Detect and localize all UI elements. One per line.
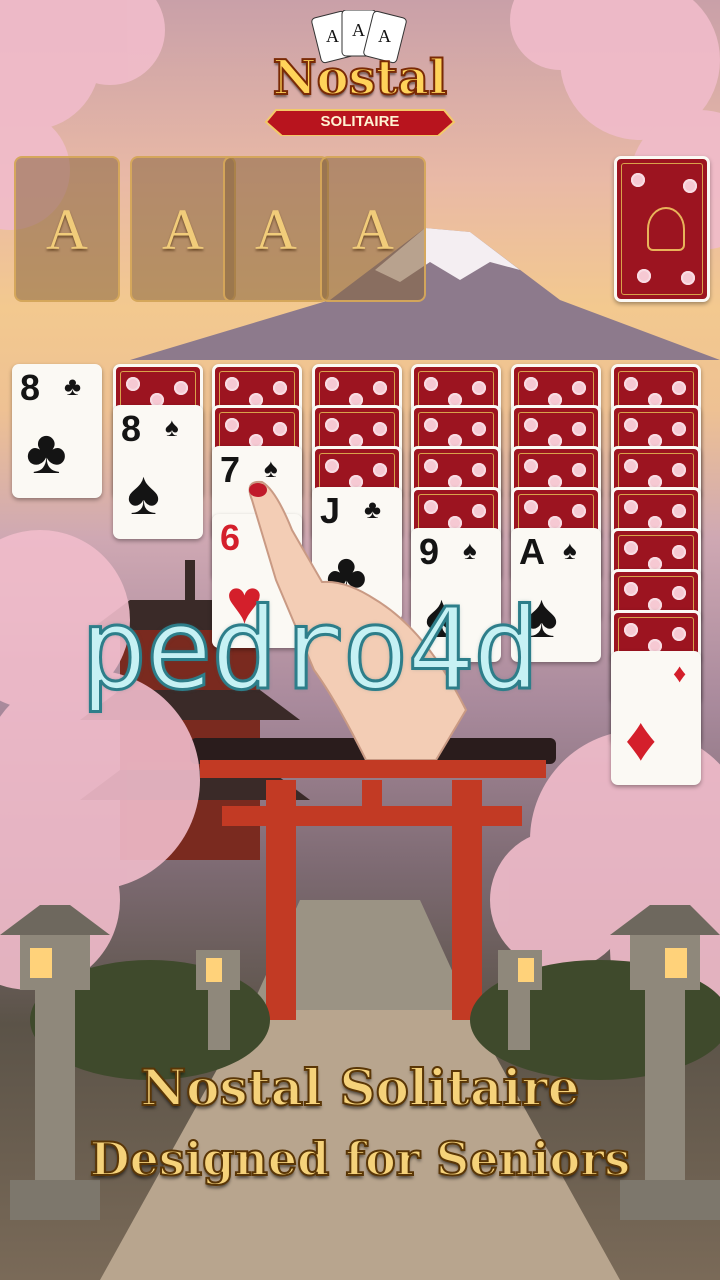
foundation-label: A [352,196,394,262]
tagline-line-2: Designed for Seniors [89,1131,632,1187]
foundation-label: A [255,196,297,262]
card-suit-icon: ♠ [563,535,577,565]
svg-text:A: A [326,26,339,46]
card-center-suit-icon: ♣ [26,418,67,487]
game-scene: A A A Nostal SOLITAIRE A A A A 8♣♣8♠♠7♠♠… [0,0,720,1280]
foundation-pile[interactable]: A [130,156,236,302]
face-up-card[interactable]: ♦ ♦ [611,651,701,785]
logo-title: Nostal [272,49,448,107]
stock-pile[interactable] [614,156,710,302]
card-rank: 8 [121,408,142,449]
foundation-label: A [46,196,88,262]
foundation-pile[interactable]: A [223,156,329,302]
game-logo: A A A Nostal SOLITAIRE [262,9,458,137]
card-suit-icon: ♦ [673,658,687,688]
card-center-suit-icon: ♠ [127,459,160,528]
watermark-text: pedro4d [78,585,541,715]
card-suit-icon: ♠ [165,412,179,442]
logo-subtitle: SOLITAIRE [320,113,400,130]
card-suit-icon: ♣ [64,371,82,401]
foundation-pile[interactable]: A [320,156,426,302]
foundation-pile[interactable]: A [14,156,120,302]
temple-emblem-icon [647,207,685,251]
svg-text:A: A [352,20,365,40]
card-rank: A [519,531,545,572]
foundation-label: A [162,196,204,262]
tagline-line-1: Nostal Solitaire [139,1057,580,1118]
face-up-card[interactable]: 8 ♠ ♠ [113,405,203,539]
card-rank: 8 [20,367,41,408]
face-up-card[interactable]: 8 ♣ ♣ [12,364,102,498]
card-center-suit-icon: ♦ [625,705,657,774]
svg-text:A: A [378,26,391,46]
